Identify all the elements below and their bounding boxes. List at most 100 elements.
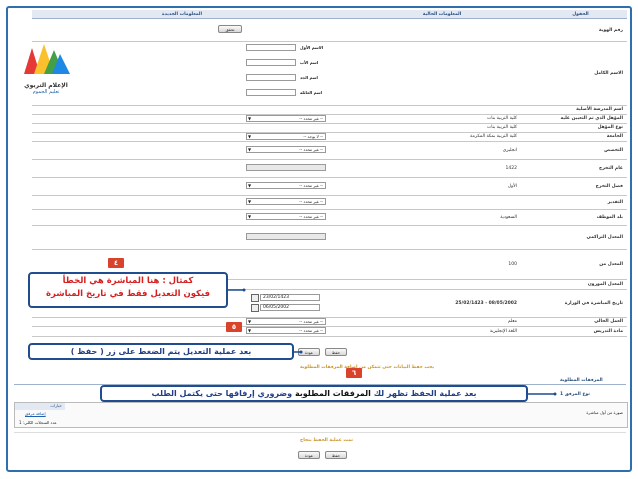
label-cumulative-gpa: المعدل التراكمي (586, 234, 623, 240)
label-start-date: تاريخ المباشرة في الوزارة (564, 300, 623, 306)
grad-year-input[interactable] (246, 164, 326, 171)
first-name-input[interactable] (246, 44, 296, 51)
family-name-input[interactable] (246, 89, 296, 96)
father-name-input[interactable] (246, 59, 296, 66)
employee-country-select[interactable]: -- غير محدد -- ▼ (246, 213, 326, 220)
chevron-down-icon: ▼ (248, 319, 252, 324)
attachments-options-header: خيارات (15, 403, 65, 410)
value-employee-country: السعودية (500, 214, 517, 220)
label-grandfather-name: اسم الجد (300, 75, 318, 80)
row-teaching-subject: مادة التدريس اللغة الإنجليزية -- غير محد… (32, 326, 627, 337)
callout-5-text: بعد عملية التعديل يتم الضغط على زر (106, 347, 252, 356)
callout-6-after: وضروري إرفاقها حتى يكتمل الطلب (151, 389, 293, 398)
grad-semester-select-value: -- غير محدد -- (299, 183, 323, 188)
label-grad-semester: فصل التخرج (595, 183, 623, 189)
save-button-bottom[interactable]: حفظ (325, 451, 347, 459)
step-badge-6: ٦ (346, 368, 362, 378)
value-university: كلية التربية بمكة المكرمة (470, 134, 517, 139)
check-button[interactable]: تحقق (218, 25, 242, 33)
value-current-position: معلم (507, 319, 517, 324)
row-id-number: رقم الهوية تحقق (32, 19, 627, 42)
arrow-5-icon (293, 350, 303, 354)
add-attachment-link[interactable]: إضافة مرفق (25, 411, 46, 416)
grade-select-value: -- غير محدد -- (299, 199, 323, 204)
success-message: تمت عملية الحفظ بنجاح (300, 438, 353, 443)
label-weighted-gpa: المعدل الموزون (587, 281, 623, 287)
teaching-subject-select[interactable]: -- غير محدد -- ▼ (246, 327, 326, 334)
calendar-icon[interactable] (251, 294, 259, 302)
value-grad-year: 1422 (505, 165, 517, 171)
label-grade: التقدير (607, 199, 623, 205)
divider (14, 432, 626, 433)
label-father-name: اسم الأب (300, 60, 319, 65)
back-button-bottom[interactable]: عودة (298, 451, 320, 459)
label-specialization: التخصص (604, 147, 623, 153)
chevron-down-icon: ▼ (248, 199, 252, 204)
attachments-col-options: خيارات (50, 403, 62, 408)
label-gpa-from: المعدل من (599, 261, 623, 267)
qualification-hire-select[interactable]: -- غير محدد -- ▼ (246, 115, 326, 122)
save-button-top[interactable]: حفظ (325, 348, 347, 356)
university-select[interactable]: -- لا يوجد -- ▼ (246, 133, 326, 140)
attachment-type-label: نوع المرفق 1 (560, 392, 590, 397)
row-employee-country: بلد الموظف السعودية -- غير محدد -- ▼ (32, 209, 627, 226)
callout-6-highlight: المرفقات المطلوبة (294, 389, 371, 398)
grad-semester-select[interactable]: -- غير محدد -- ▼ (246, 182, 326, 189)
header-new: المعلومات الجديدة (161, 11, 203, 17)
label-teaching-subject: مادة التدريس (593, 328, 623, 334)
current-position-select-value: -- غير محدد -- (299, 319, 323, 324)
row-grade: التقدير -- غير محدد -- ▼ (32, 195, 627, 210)
current-position-select[interactable]: -- غير محدد -- ▼ (246, 318, 326, 325)
value-start-date: 08/05/2002 - 25/02/1423 (455, 300, 517, 306)
label-current-position: العمل الحالي (594, 319, 623, 324)
header-current: المعلومات الحالية (422, 11, 462, 17)
value-qualification-hire: كلية التربية بنات (487, 116, 517, 121)
table-header: الحقول المعلومات الحالية المعلومات الجدي… (32, 10, 627, 19)
step-badge-5: ٥ (226, 322, 242, 332)
label-family-name: اسم العائلة (300, 90, 323, 95)
row-cumulative-gpa: المعدل التراكمي (32, 225, 627, 250)
row-full-name: الاسم الكامل الاسم الأول اسم الأب اسم ال… (32, 41, 627, 106)
callout-6-before: بعد عملية الحفظ تظهر لك (373, 389, 477, 398)
label-first-name: الاسم الأول (300, 45, 324, 50)
specialization-select-value: -- غير محدد -- (299, 147, 323, 152)
chevron-down-icon: ▼ (248, 147, 252, 152)
grandfather-name-input[interactable] (246, 74, 296, 81)
records-count: عدد السجلات الكلي: 1 (19, 420, 57, 425)
label-qualification-hire: المؤهل الذي تم التعيين عليه (560, 116, 623, 121)
callout-step-5: بعد عملية التعديل يتم الضغط على زر ( حفظ… (28, 343, 294, 360)
arrow-4-icon (226, 288, 246, 292)
row-grad-year: عام التخرج 1422 (32, 159, 627, 178)
value-qualification-type: كلية التربية بنات (487, 125, 517, 130)
specialization-select[interactable]: -- غير محدد -- ▼ (246, 146, 326, 153)
chevron-down-icon: ▼ (248, 183, 252, 188)
step-badge-4: ٤ (108, 258, 124, 268)
header-fields: الحقول (572, 11, 589, 17)
university-select-value: -- لا يوجد -- (303, 134, 323, 139)
callout-4-line2: فيكون التعديل فقط في تاريخ المباشرة (45, 289, 211, 299)
chevron-down-icon: ▼ (248, 214, 252, 219)
row-specialization: التخصص انجليزي -- غير محدد -- ▼ (32, 141, 627, 160)
qualification-hire-select-value: -- غير محدد -- (299, 116, 323, 121)
new-date-hijri-input[interactable]: 23/02/1423 (260, 294, 320, 301)
chevron-down-icon: ▼ (248, 116, 252, 121)
label-school: اسم المدرسة الأصلية (576, 107, 623, 112)
calendar-icon[interactable] (251, 304, 259, 312)
label-full-name: الاسم الكامل (594, 70, 623, 76)
value-teaching-subject: اللغة الإنجليزية (489, 328, 517, 334)
attachment-row-label: صورة من أول مباشرة (586, 410, 623, 415)
value-gpa-from: 100 (508, 261, 517, 267)
chevron-down-icon: ▼ (248, 328, 252, 333)
callout-step-6: بعد عملية الحفظ تظهر لك المرفقات المطلوب… (100, 385, 528, 402)
employee-country-select-value: -- غير محدد -- (299, 214, 323, 219)
chevron-down-icon: ▼ (248, 134, 252, 139)
arrow-6-icon (527, 392, 557, 396)
teaching-subject-select-value: -- غير محدد -- (299, 328, 323, 333)
callout-step-4: كمثال : هنا المباشرة هي الخطأ فيكون التع… (28, 272, 228, 308)
label-grad-year: عام التخرج (599, 165, 623, 171)
new-date-greg-input[interactable]: 06/05/2002 (260, 304, 320, 311)
cumulative-gpa-input[interactable] (246, 233, 326, 240)
label-employee-country: بلد الموظف (596, 214, 623, 220)
grade-select[interactable]: -- غير محدد -- ▼ (246, 198, 326, 205)
label-qualification-type: نوع المؤهل (597, 125, 623, 130)
